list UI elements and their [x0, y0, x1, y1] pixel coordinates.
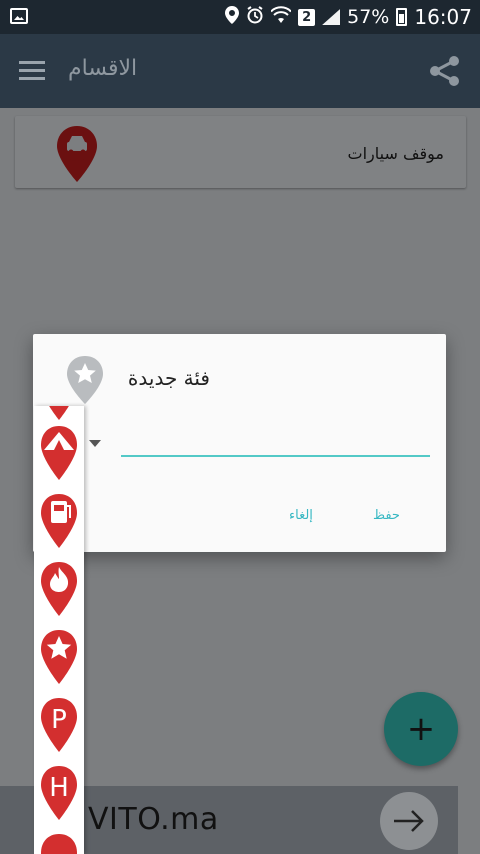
hospital-icon[interactable]: H	[38, 766, 80, 820]
status-icons: 2 57% 16:07	[225, 0, 472, 34]
svg-text:H: H	[49, 773, 69, 803]
icon-picker-list[interactable]: P H	[34, 406, 84, 854]
star-icon[interactable]	[38, 630, 80, 684]
save-button[interactable]: حفظ	[373, 508, 400, 523]
cancel-button[interactable]: إلغاء	[289, 508, 313, 523]
status-bar: 2 57% 16:07	[0, 0, 480, 34]
clock: 16:07	[414, 5, 472, 29]
new-category-dialog: فئة جديدة إلغاء حفظ	[33, 334, 446, 552]
ad-arrow-button[interactable]	[380, 792, 438, 850]
hamburger-menu-icon[interactable]	[19, 61, 45, 81]
alarm-icon	[246, 6, 264, 28]
category-list-item[interactable]: موقف سيارات	[15, 116, 466, 188]
pin-partial-bottom-icon	[41, 834, 77, 854]
signal-strength-icon	[322, 9, 340, 25]
plus-icon: +	[406, 709, 436, 749]
fuel-icon[interactable]	[38, 494, 80, 548]
fire-icon[interactable]	[38, 562, 80, 616]
car-icon	[55, 126, 99, 182]
gallery-notification-icon	[10, 8, 28, 24]
add-category-button[interactable]: +	[384, 692, 458, 766]
battery-icon	[396, 8, 408, 26]
location-icon	[225, 6, 240, 28]
tent-icon[interactable]	[38, 426, 80, 480]
category-name-input[interactable]	[121, 455, 430, 457]
app-toolbar: الاقسام	[0, 34, 480, 108]
dropdown-caret-icon[interactable]	[89, 440, 101, 447]
svg-text:P: P	[51, 705, 67, 735]
arrow-right-icon	[394, 810, 424, 832]
parking-icon[interactable]: P	[38, 698, 80, 752]
category-label: موقف سيارات	[347, 144, 444, 163]
category-icon-selector[interactable]	[65, 356, 105, 404]
pin-partial-icon	[49, 406, 69, 420]
ad-text: VITO.ma	[88, 802, 219, 837]
wifi-icon	[270, 6, 292, 28]
dialog-title: فئة جديدة	[127, 366, 210, 390]
page-title: الاقسام	[68, 56, 138, 81]
sim-slot-badge: 2	[298, 8, 316, 26]
battery-percent: 57%	[347, 6, 390, 28]
share-icon[interactable]	[428, 54, 462, 88]
star-pin-icon	[67, 356, 103, 404]
